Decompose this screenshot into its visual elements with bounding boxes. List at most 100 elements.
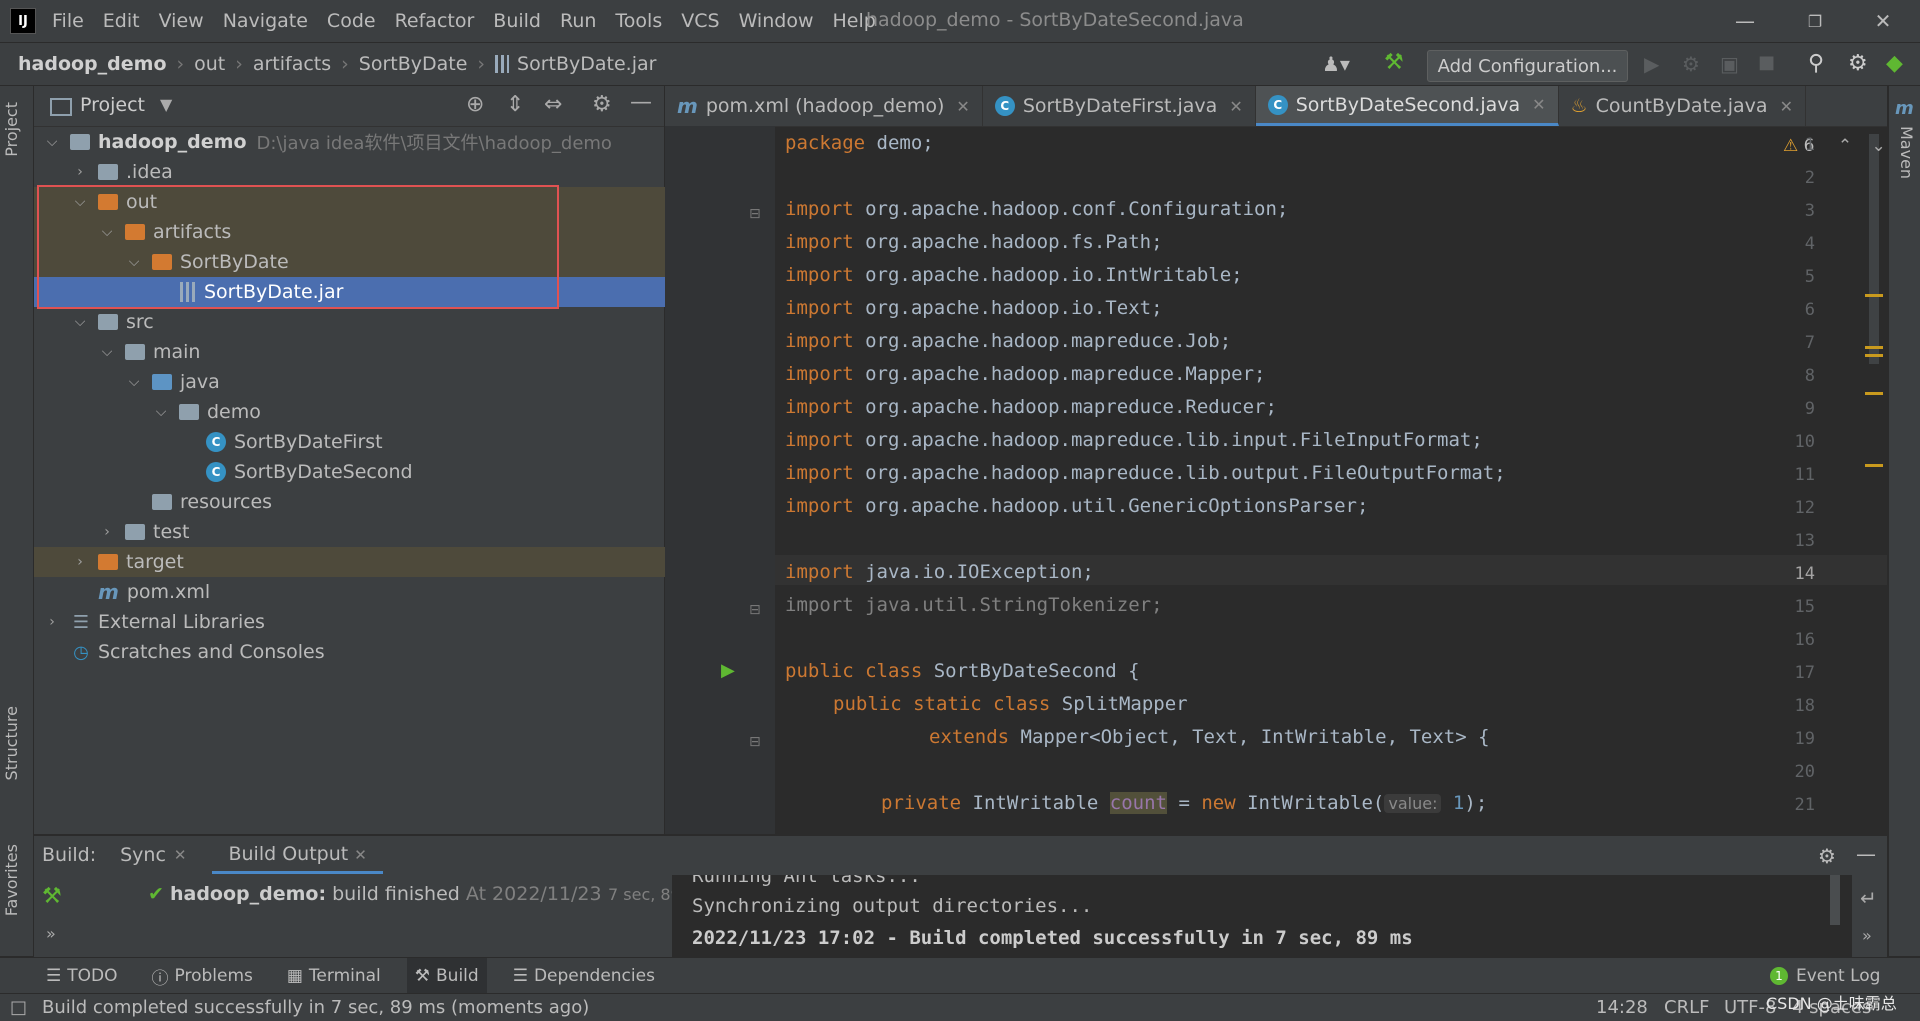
tree-item-src[interactable]: ⌵ src bbox=[34, 307, 702, 337]
tree-item-root[interactable]: ⌵ hadoop_demo D:\java idea软件\项目文件\hadoop… bbox=[34, 127, 674, 157]
code-line[interactable]: private IntWritable count = new IntWrita… bbox=[881, 792, 1487, 814]
build-output-console[interactable]: Running Ant tasks... Synchronizing outpu… bbox=[672, 875, 1852, 957]
breadcrumb-sortbydate[interactable]: SortByDate bbox=[359, 53, 468, 75]
tab-problems[interactable]: ⓘ Problems bbox=[144, 958, 261, 994]
tab-build-output[interactable]: Build Output ✕ bbox=[212, 837, 383, 874]
warning-stripe-mark[interactable] bbox=[1865, 392, 1883, 395]
layout-icon[interactable]: □ bbox=[10, 997, 27, 1018]
breadcrumb-out[interactable]: out bbox=[194, 53, 225, 75]
chevron-down-icon[interactable]: ▼ bbox=[160, 95, 172, 114]
tree-item-java[interactable]: ⌵ java bbox=[34, 367, 756, 397]
hide-panel-icon[interactable]: — bbox=[630, 90, 652, 115]
minimize-icon[interactable]: — bbox=[1730, 6, 1760, 36]
status-message[interactable]: Build completed successfully in 7 sec, 8… bbox=[42, 997, 589, 1018]
coverage-icon[interactable]: ▣ bbox=[1720, 52, 1739, 76]
tree-item-target[interactable]: › target bbox=[34, 547, 702, 577]
tab-terminal[interactable]: ▦ Terminal bbox=[279, 958, 389, 994]
build-result-row[interactable]: ✔ hadoop_demo: build finished At 2022/11… bbox=[148, 883, 650, 905]
code-line[interactable]: import org.apache.hadoop.io.Text; bbox=[785, 297, 1163, 319]
tab-sortbydatesecond[interactable]: C SortByDateSecond.java ✕ bbox=[1255, 86, 1559, 126]
menu-window[interactable]: Window bbox=[739, 10, 814, 32]
output-scrollbar[interactable] bbox=[1830, 875, 1840, 925]
user-icon[interactable]: ♟▾ bbox=[1322, 52, 1350, 76]
event-log-button[interactable]: 1 Event Log bbox=[1770, 966, 1880, 986]
tree-item-idea[interactable]: › .idea bbox=[34, 157, 702, 187]
code-line[interactable]: import org.apache.hadoop.mapreduce.Mappe… bbox=[785, 363, 1265, 385]
project-panel-title[interactable]: Project bbox=[80, 94, 145, 116]
fold-icon[interactable]: ⊟ bbox=[749, 602, 761, 618]
menu-code[interactable]: Code bbox=[327, 10, 376, 32]
code-line[interactable]: import org.apache.hadoop.io.IntWritable; bbox=[785, 264, 1243, 286]
close-icon[interactable]: ✕ bbox=[1532, 95, 1545, 114]
code-line[interactable]: import org.apache.hadoop.mapreduce.Job; bbox=[785, 330, 1231, 352]
tab-sync[interactable]: Sync bbox=[120, 844, 166, 866]
code-line[interactable]: import java.io.IOException; bbox=[785, 561, 1094, 583]
build-hammer-icon[interactable]: ⚒ bbox=[1384, 50, 1404, 75]
tree-item-external-libraries[interactable]: › ☰ External Libraries bbox=[34, 607, 674, 637]
tab-dependencies[interactable]: ☰ Dependencies bbox=[505, 958, 663, 994]
code-line[interactable]: import org.apache.hadoop.fs.Path; bbox=[785, 231, 1163, 253]
gear-icon[interactable]: ⚙ bbox=[1818, 844, 1836, 868]
expand-all-icon[interactable]: ⇕ bbox=[506, 92, 524, 117]
menu-refactor[interactable]: Refactor bbox=[395, 10, 475, 32]
warning-stripe-mark[interactable] bbox=[1865, 294, 1883, 297]
maven-tool-tab[interactable]: Maven bbox=[1897, 126, 1916, 179]
run-icon[interactable]: ▶ bbox=[1644, 52, 1659, 76]
project-tool-tab[interactable]: Project bbox=[2, 102, 21, 157]
menu-file[interactable]: File bbox=[52, 10, 84, 32]
fold-icon[interactable]: ⊟ bbox=[749, 734, 761, 750]
code-line[interactable]: public class SortByDateSecond { bbox=[785, 660, 1140, 682]
collapse-all-icon[interactable]: ⇔ bbox=[544, 92, 562, 117]
chevron-down-icon[interactable]: ⌄ bbox=[1872, 136, 1886, 156]
tab-pom[interactable]: m pom.xml (hadoop_demo) ✕ bbox=[665, 86, 983, 126]
gear-icon[interactable]: ⚙ bbox=[592, 92, 612, 117]
tree-item-pom[interactable]: m pom.xml bbox=[34, 577, 728, 607]
code-line[interactable]: import org.apache.hadoop.mapreduce.lib.i… bbox=[785, 429, 1483, 451]
breadcrumb-jar[interactable]: SortByDate.jar bbox=[517, 53, 656, 75]
code-line[interactable]: public static class SplitMapper bbox=[833, 693, 1188, 715]
tab-todo[interactable]: ☰ TODO bbox=[38, 958, 126, 994]
menu-vcs[interactable]: VCS bbox=[681, 10, 719, 32]
code-line[interactable]: import org.apache.hadoop.mapreduce.lib.o… bbox=[785, 462, 1506, 484]
code-line[interactable]: import org.apache.hadoop.mapreduce.Reduc… bbox=[785, 396, 1277, 418]
tab-build[interactable]: ⚒ Build bbox=[406, 958, 487, 994]
menu-view[interactable]: View bbox=[159, 10, 204, 32]
close-icon[interactable]: ✕ bbox=[956, 97, 969, 116]
line-separator[interactable]: CRLF bbox=[1664, 997, 1709, 1018]
debug-icon[interactable]: ⚙ bbox=[1682, 52, 1700, 76]
tree-item-scratches[interactable]: ◷ Scratches and Consoles bbox=[34, 637, 700, 667]
soft-wrap-icon[interactable]: ↵ bbox=[1860, 886, 1877, 910]
code-line[interactable]: import org.apache.hadoop.util.GenericOpt… bbox=[785, 495, 1368, 517]
more-icon[interactable]: » bbox=[46, 924, 56, 943]
menu-build[interactable]: Build bbox=[493, 10, 541, 32]
search-icon[interactable]: ⚲ bbox=[1808, 51, 1824, 76]
menu-tools[interactable]: Tools bbox=[615, 10, 662, 32]
plugin-icon[interactable]: ◆ bbox=[1886, 51, 1903, 76]
code-line[interactable]: package demo; bbox=[785, 132, 934, 154]
tab-countbydate[interactable]: ♨ CountByDate.java ✕ bbox=[1559, 86, 1806, 126]
close-icon[interactable]: ✕ bbox=[1780, 97, 1793, 116]
warning-stripe-mark[interactable] bbox=[1865, 346, 1883, 349]
gear-icon[interactable]: ⚙ bbox=[1848, 51, 1868, 76]
menu-edit[interactable]: Edit bbox=[103, 10, 140, 32]
close-icon[interactable]: ✕ bbox=[354, 846, 367, 864]
run-gutter-icon[interactable]: ▶ bbox=[721, 660, 735, 681]
tree-item-test[interactable]: › test bbox=[34, 517, 729, 547]
editor-scrollbar[interactable] bbox=[1869, 134, 1879, 364]
menu-navigate[interactable]: Navigate bbox=[223, 10, 308, 32]
close-icon[interactable]: ✕ bbox=[1868, 6, 1898, 36]
favorites-tool-tab[interactable]: Favorites bbox=[2, 844, 21, 916]
add-configuration-button[interactable]: Add Configuration... bbox=[1427, 50, 1628, 82]
warning-stripe-mark[interactable] bbox=[1865, 354, 1883, 357]
close-icon[interactable]: ✕ bbox=[174, 846, 187, 864]
menu-run[interactable]: Run bbox=[560, 10, 596, 32]
build-hammer-icon[interactable]: ⚒ bbox=[42, 884, 62, 909]
breadcrumb-project[interactable]: hadoop_demo bbox=[18, 53, 167, 75]
breadcrumb-artifacts[interactable]: artifacts bbox=[253, 53, 331, 75]
restore-icon[interactable]: ❐ bbox=[1800, 6, 1830, 36]
code-line[interactable]: extends Mapper<Object, Text, IntWritable… bbox=[929, 726, 1490, 748]
more-icon[interactable]: » bbox=[1862, 926, 1872, 945]
stop-icon[interactable]: ■ bbox=[1758, 52, 1775, 73]
chevron-up-icon[interactable]: ⌃ bbox=[1838, 136, 1852, 156]
fold-icon[interactable]: ⊟ bbox=[749, 206, 761, 222]
